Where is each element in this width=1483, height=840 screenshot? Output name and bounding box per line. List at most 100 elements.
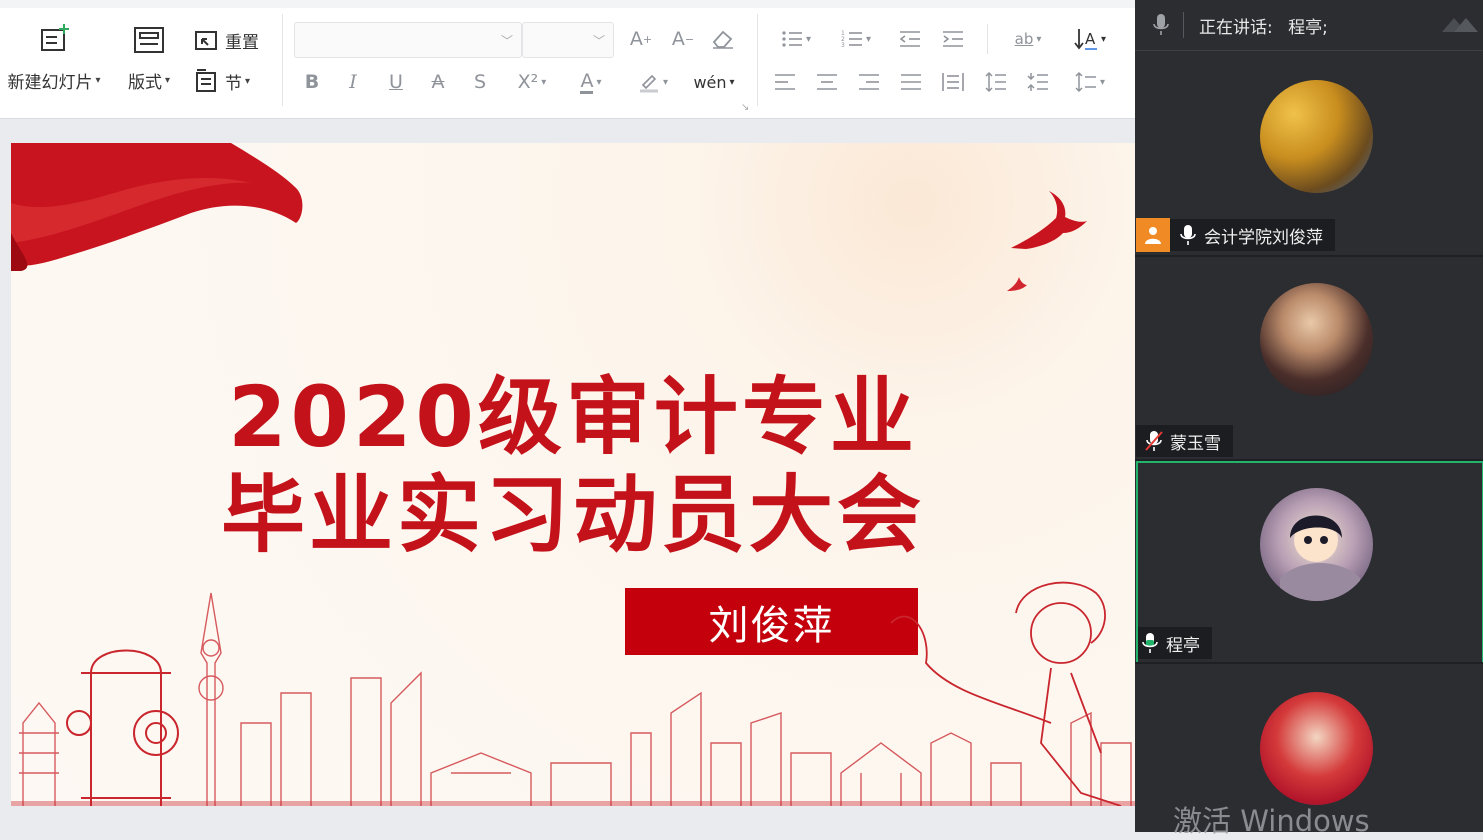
ribbon-top-strip	[0, 0, 1135, 8]
clear-format-button[interactable]	[706, 24, 740, 54]
character-spacing-button[interactable]: ab ▾	[1004, 24, 1052, 54]
chevron-down-icon: ▾	[729, 76, 735, 88]
chevron-down-icon: ▾	[245, 75, 251, 87]
bold-button[interactable]: B	[295, 67, 329, 97]
strikethrough-button[interactable]: A	[421, 67, 455, 97]
align-right-button[interactable]	[852, 67, 886, 97]
highlight-button[interactable]: ▾	[628, 67, 678, 97]
text-direction-icon: A	[1074, 29, 1097, 50]
superscript-button[interactable]: X² ▾	[510, 67, 554, 97]
participant-name: 蒙玉雪	[1170, 433, 1221, 454]
slide[interactable]: 2020级审计专业 毕业实习动员大会 刘俊萍	[11, 143, 1135, 806]
participant-name-tag: 蒙玉雪	[1136, 425, 1233, 457]
chevron-down-icon: ▾	[1099, 76, 1106, 88]
section-button[interactable]: 节 ▾	[194, 68, 250, 94]
reset-icon	[195, 30, 217, 50]
distribute-icon	[942, 73, 964, 91]
panel-header: 正在讲话: 程亭;	[1135, 0, 1483, 51]
city-skyline-illustration	[11, 581, 1135, 806]
numbered-list-icon: 123	[841, 30, 862, 49]
ribbon-divider	[757, 14, 758, 106]
italic-button[interactable]: I	[336, 67, 370, 97]
justify-button[interactable]	[894, 67, 928, 97]
microphone-muted-icon	[1145, 431, 1163, 451]
header-divider	[1183, 12, 1184, 38]
new-slide-label: 新建幻灯片	[7, 73, 93, 93]
decrease-indent-button[interactable]	[893, 24, 927, 54]
app-logo-icon	[1442, 18, 1478, 32]
ribbon-divider	[282, 14, 283, 106]
new-slide-icon	[41, 24, 69, 51]
section-icon	[196, 69, 216, 92]
increase-indent-button[interactable]	[936, 24, 970, 54]
font-color-button[interactable]: A ▾	[566, 67, 616, 97]
superscript-label: X²	[517, 71, 539, 93]
ribbon-toolbar: 新建幻灯片 ▾ 版式 ▾ 重置 节 ▾ ﹀ ﹀ A + A − B I U A …	[0, 0, 1135, 119]
align-center-button[interactable]	[810, 67, 844, 97]
chevron-down-icon: ﹀	[592, 34, 605, 48]
meeting-participant-panel: 正在讲话: 程亭; 会计学院刘俊萍 蒙玉雪 程亭	[1135, 0, 1483, 832]
chevron-down-icon: ▾	[865, 33, 872, 45]
highlighter-icon	[639, 74, 658, 93]
layout-button[interactable]: 版式 ▾	[118, 24, 180, 93]
phonetic-guide-button[interactable]: wén ▾	[688, 67, 740, 97]
bullet-list-icon	[782, 31, 802, 47]
chevron-down-icon: ▾	[1036, 33, 1042, 45]
outdent-icon	[899, 31, 920, 47]
line-height-icon	[1075, 71, 1096, 93]
chevron-down-icon: ▾	[596, 76, 602, 88]
speaking-indicator: 正在讲话: 程亭;	[1199, 13, 1328, 38]
eraser-icon	[712, 30, 733, 49]
font-size-select[interactable]: ﹀	[522, 22, 614, 58]
spacing-icon	[985, 71, 1006, 93]
speaking-label: 正在讲话:	[1199, 17, 1273, 38]
windows-activation-watermark: 激活 Windows	[1173, 804, 1370, 838]
woman-portrait-photo-avatar	[1260, 283, 1373, 396]
speaking-name: 程亭;	[1288, 17, 1328, 38]
ab-icon: ab	[1014, 30, 1034, 48]
layout-icon	[134, 27, 164, 53]
line-spacing-button[interactable]: ▾	[1066, 67, 1114, 97]
underline-button[interactable]: U	[379, 67, 413, 97]
chevron-down-icon: ▾	[95, 75, 101, 86]
align-left-icon	[775, 74, 795, 90]
man-red-background-photo-avatar	[1260, 692, 1373, 805]
chevron-down-icon: ▾	[1100, 33, 1107, 45]
participant-tile[interactable]: 蒙玉雪	[1136, 257, 1483, 459]
indent-icon	[943, 31, 963, 47]
bullet-list-button[interactable]: ▾	[772, 24, 820, 54]
participant-name-tag: 会计学院刘俊萍	[1136, 218, 1335, 252]
participant-name: 会计学院刘俊萍	[1204, 227, 1323, 248]
slide-title-line2: 毕业实习动员大会	[220, 466, 925, 564]
reset-label: 重置	[225, 33, 259, 53]
slide-title-line1: 2020级审计专业	[228, 368, 918, 466]
golden-tree-photo-avatar	[1260, 80, 1373, 193]
small-bird-decoration	[1007, 277, 1027, 291]
microphone-icon	[1180, 225, 1196, 245]
align-right-icon	[859, 74, 879, 90]
chevron-down-icon: ﹀	[500, 34, 513, 48]
paragraph-settings-launcher-icon[interactable]: ↘	[741, 102, 749, 113]
numbered-list-button[interactable]: 1 2 3 ▾	[832, 24, 880, 54]
text-direction-button[interactable]: A ▾	[1066, 24, 1114, 54]
ribbon-divider	[987, 24, 988, 54]
layout-label: 版式	[127, 73, 162, 93]
line-spacing-decrease-button[interactable]	[1021, 67, 1055, 97]
chevron-down-icon: ▾	[805, 33, 812, 45]
line-spacing-icon	[1027, 73, 1048, 91]
justify-icon	[901, 74, 921, 90]
text-shadow-button[interactable]: S	[463, 67, 497, 97]
reset-button[interactable]: 重置	[194, 28, 259, 53]
new-slide-button[interactable]: 新建幻灯片 ▾	[0, 24, 108, 93]
chevron-down-icon: ▾	[662, 76, 669, 88]
align-left-button[interactable]	[768, 67, 802, 97]
font-name-select[interactable]: ﹀	[294, 22, 522, 58]
participant-tile[interactable]: 会计学院刘俊萍	[1136, 52, 1483, 255]
microphone-icon[interactable]	[1153, 13, 1169, 37]
font-color-label: A	[580, 69, 594, 94]
distribute-button[interactable]	[936, 67, 970, 97]
decrease-font-size-button[interactable]: A −	[666, 24, 700, 54]
paragraph-spacing-button[interactable]	[979, 67, 1013, 97]
increase-font-size-button[interactable]: A +	[624, 24, 658, 54]
chevron-down-icon: ▾	[164, 75, 171, 86]
